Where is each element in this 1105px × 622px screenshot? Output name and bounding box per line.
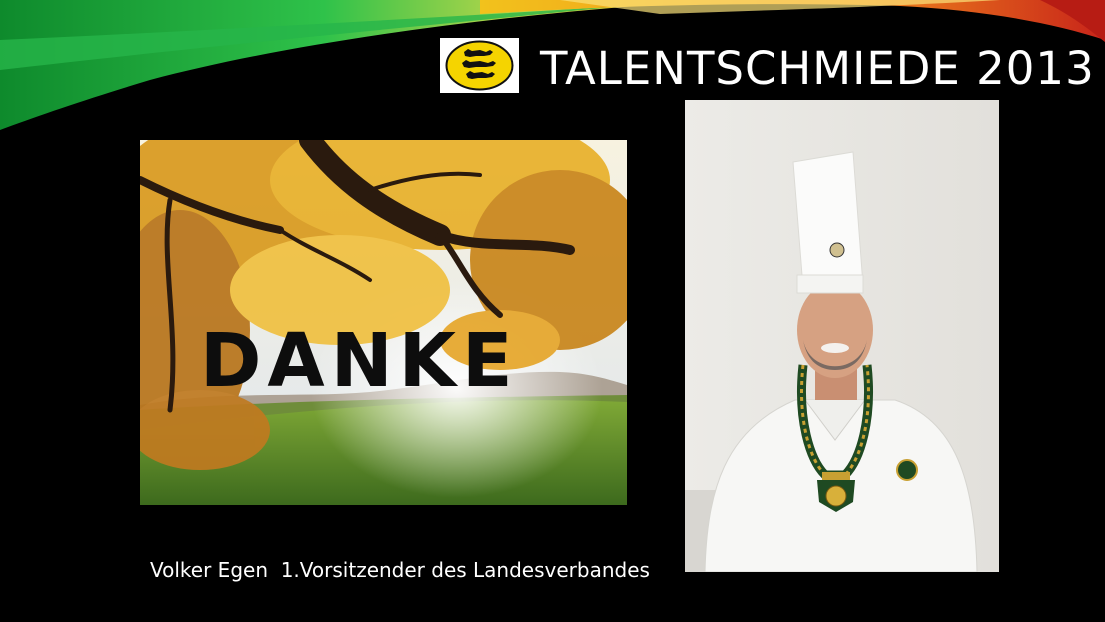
coat-of-arms-logo — [440, 38, 519, 93]
slide-title: TALENTSCHMIEDE 2013 — [540, 42, 1095, 95]
danke-overlay-text: DANKE — [200, 318, 519, 404]
speaker-caption: Volker Egen 1.Vorsitzender des Landesver… — [150, 558, 650, 582]
chef-portrait-photo — [685, 100, 999, 572]
slide: TALENTSCHMIEDE 2013 DANKE Volker Egen 1.… — [0, 0, 1105, 622]
three-lions-coat-of-arms-icon — [445, 40, 514, 91]
